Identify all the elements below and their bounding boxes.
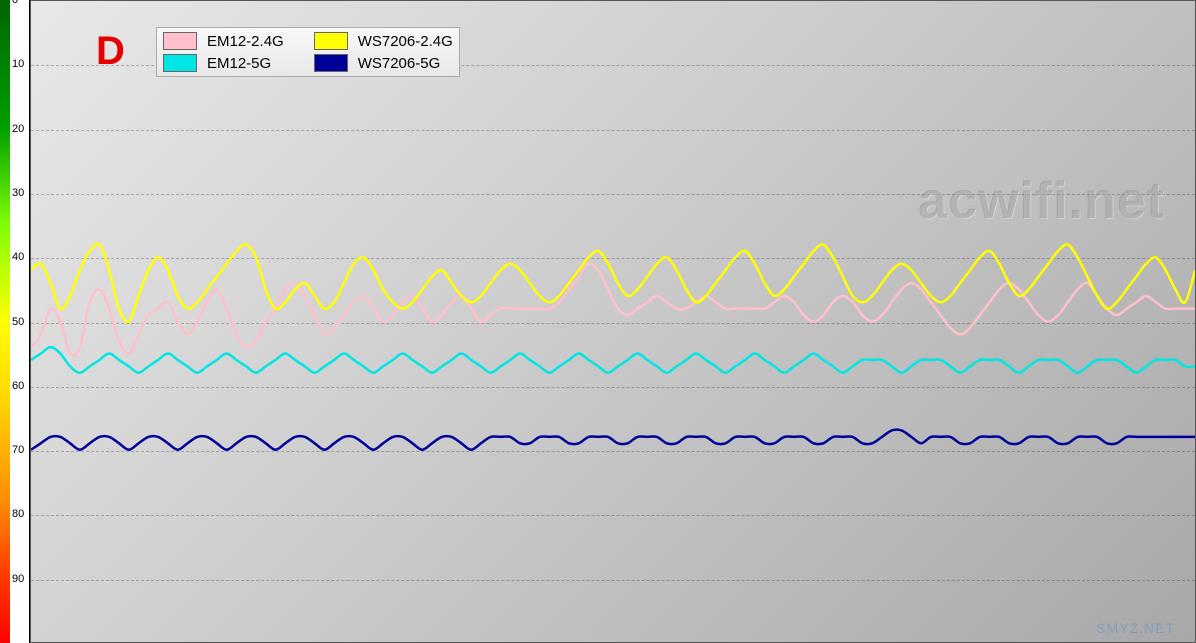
y-tick-label: 0 [12, 0, 18, 6]
y-tick-label: 10 [12, 58, 24, 70]
y-tick-label: 20 [12, 123, 24, 135]
legend-swatch [314, 32, 348, 50]
plot-area: D acwifi.net SMYZ.NET EM12-2.4G WS7206-2… [30, 0, 1196, 643]
signal-gradient-bar [0, 0, 10, 643]
legend-swatch [314, 54, 348, 72]
legend-item: EM12-2.4G [163, 32, 284, 50]
y-tick-label: 70 [12, 444, 24, 456]
y-tick-label: 30 [12, 187, 24, 199]
chart-lines [31, 1, 1195, 642]
y-tick-label: 40 [12, 251, 24, 263]
legend-label: WS7206-5G [358, 55, 441, 72]
legend: EM12-2.4G WS7206-2.4G EM12-5G WS7206-5G [156, 27, 460, 77]
legend-item: WS7206-2.4G [314, 32, 453, 50]
y-tick-label: 50 [12, 316, 24, 328]
wifi-signal-chart: 0 10 20 30 40 50 60 70 80 90 D acwifi.net SMYZ.NE… [0, 0, 1196, 643]
y-tick-label: 60 [12, 380, 24, 392]
y-tick-label: 90 [12, 573, 24, 585]
series-line [31, 430, 1195, 450]
legend-label: WS7206-2.4G [358, 33, 453, 50]
legend-swatch [163, 54, 197, 72]
legend-label: EM12-5G [207, 55, 271, 72]
series-line [31, 244, 1195, 322]
location-label: D [96, 29, 125, 74]
legend-item: EM12-5G [163, 54, 284, 72]
legend-item: WS7206-5G [314, 54, 453, 72]
series-line [31, 264, 1195, 356]
legend-swatch [163, 32, 197, 50]
series-line [31, 347, 1195, 373]
y-tick-label: 80 [12, 508, 24, 520]
legend-label: EM12-2.4G [207, 33, 284, 50]
